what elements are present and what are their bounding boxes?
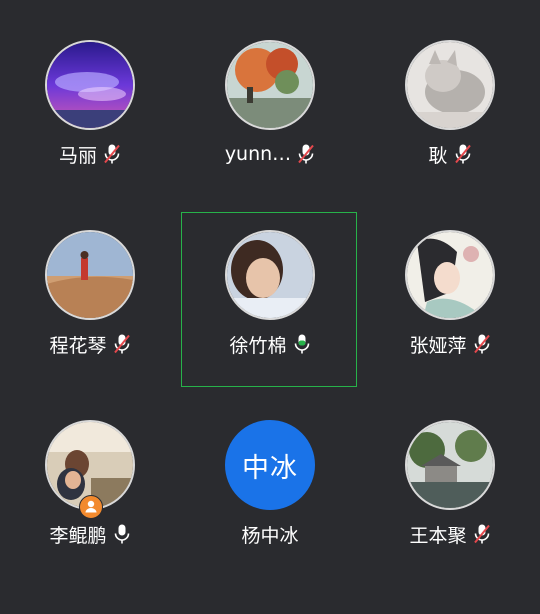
participant-tile[interactable]: 耿 (360, 0, 540, 190)
participant-name: 程花琴 (49, 334, 107, 357)
participant-name: yunn… (224, 143, 292, 165)
participant-tile[interactable]: 程花琴 (0, 190, 180, 380)
participant-tile[interactable]: 张娅萍 (360, 190, 540, 380)
active-speaker-frame (181, 212, 357, 387)
participant-tile[interactable]: 李鲲鹏 (0, 380, 180, 570)
avatar[interactable] (405, 40, 495, 130)
mic-muted-icon (473, 524, 490, 544)
mic-muted-icon (104, 144, 120, 164)
avatar[interactable] (225, 40, 315, 130)
avatar[interactable] (405, 230, 495, 320)
participant-name: 张娅萍 (409, 334, 467, 357)
mic-icon (114, 524, 129, 544)
mic-muted-icon (298, 144, 314, 164)
avatar[interactable] (45, 230, 135, 320)
mic-muted-icon (473, 334, 490, 354)
participant-tile[interactable]: 马丽 (0, 0, 180, 190)
participant-name: 杨中冰 (241, 524, 299, 547)
avatar[interactable] (45, 40, 135, 130)
mic-muted-icon (454, 144, 471, 164)
participant-tile[interactable]: 中冰 杨中冰 (180, 380, 360, 570)
participant-name: 王本聚 (409, 524, 467, 547)
host-badge (79, 495, 103, 519)
avatar-initials[interactable]: 中冰 (225, 420, 315, 510)
avatar-initials-text: 中冰 (242, 452, 298, 484)
participant-name: 李鲲鹏 (49, 524, 107, 547)
participant-name: 马丽 (58, 144, 97, 167)
person-icon (85, 500, 97, 513)
participant-name: 耿 (428, 144, 448, 167)
participant-tile[interactable]: 王本聚 (360, 380, 540, 570)
avatar[interactable] (405, 420, 495, 510)
participant-grid: 马丽 yunn… 耿 程花琴 徐竹棉 张娅萍 李鲲鹏 中冰 杨中冰 王本聚 (0, 0, 540, 614)
participant-tile[interactable]: yunn… (180, 0, 360, 190)
mic-muted-icon (113, 334, 130, 354)
